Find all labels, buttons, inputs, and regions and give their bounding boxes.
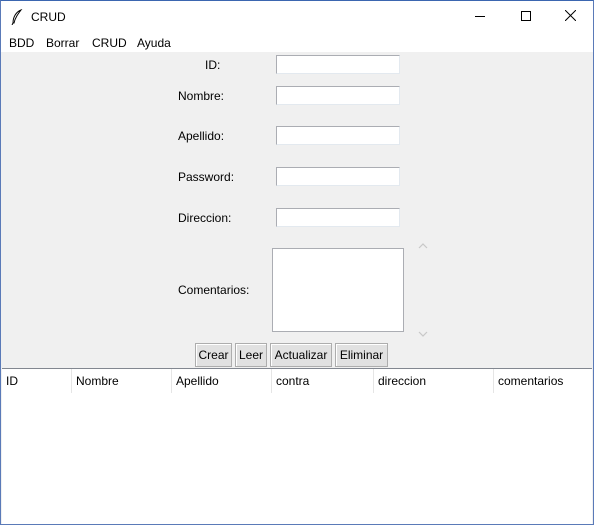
menu-ayuda[interactable]: Ayuda: [137, 36, 171, 50]
column-header-comentarios[interactable]: comentarios: [494, 369, 592, 393]
menu-crud[interactable]: CRUD: [92, 36, 127, 50]
nombre-label: Nombre:: [178, 89, 225, 103]
scroll-down-arrow-icon[interactable]: [416, 328, 430, 338]
direccion-input[interactable]: [276, 208, 400, 227]
column-header-direccion[interactable]: direccion: [374, 369, 494, 393]
column-header-nombre[interactable]: Nombre: [72, 369, 172, 393]
menu-bdd[interactable]: BDD: [9, 36, 34, 50]
menu-borrar[interactable]: Borrar: [46, 36, 79, 50]
actualizar-button[interactable]: Actualizar: [270, 343, 332, 367]
nombre-input[interactable]: [276, 86, 400, 105]
window-title: CRUD: [31, 10, 66, 24]
column-header-contra[interactable]: contra: [272, 369, 374, 393]
maximize-button[interactable]: [503, 1, 549, 32]
form-area: ID: Nombre: Apellido: Password: Direccio…: [1, 52, 593, 524]
id-label: ID:: [205, 58, 221, 72]
scroll-up-arrow-icon[interactable]: [416, 240, 430, 250]
leer-button[interactable]: Leer: [235, 343, 267, 367]
table-header: ID Nombre Apellido contra direccion come…: [2, 369, 592, 393]
id-input[interactable]: [276, 55, 400, 74]
minimize-button[interactable]: [457, 1, 503, 32]
maximize-icon: [521, 10, 531, 24]
column-header-apellido[interactable]: Apellido: [172, 369, 272, 393]
crear-button[interactable]: Crear: [195, 343, 232, 367]
direccion-label: Direccion:: [178, 211, 232, 225]
password-label: Password:: [178, 170, 235, 184]
password-input[interactable]: [276, 167, 400, 186]
close-button[interactable]: [547, 1, 593, 32]
comentarios-label: Comentarios:: [178, 283, 250, 297]
menu-bar: BDD Borrar CRUD Ayuda: [1, 32, 593, 52]
feather-icon: [10, 8, 24, 26]
minimize-icon: [475, 10, 485, 24]
eliminar-button[interactable]: Eliminar: [335, 343, 388, 367]
apellido-input[interactable]: [276, 126, 400, 145]
column-header-id[interactable]: ID: [2, 369, 72, 393]
apellido-label: Apellido:: [178, 129, 225, 143]
comentarios-textarea[interactable]: [272, 248, 404, 332]
records-table[interactable]: ID Nombre Apellido contra direccion come…: [2, 368, 592, 524]
crud-window: CRUD BDD Borrar CRUD Ayuda ID: Nombre: A…: [0, 0, 594, 525]
close-icon: [564, 9, 576, 24]
title-bar[interactable]: CRUD: [1, 1, 593, 32]
